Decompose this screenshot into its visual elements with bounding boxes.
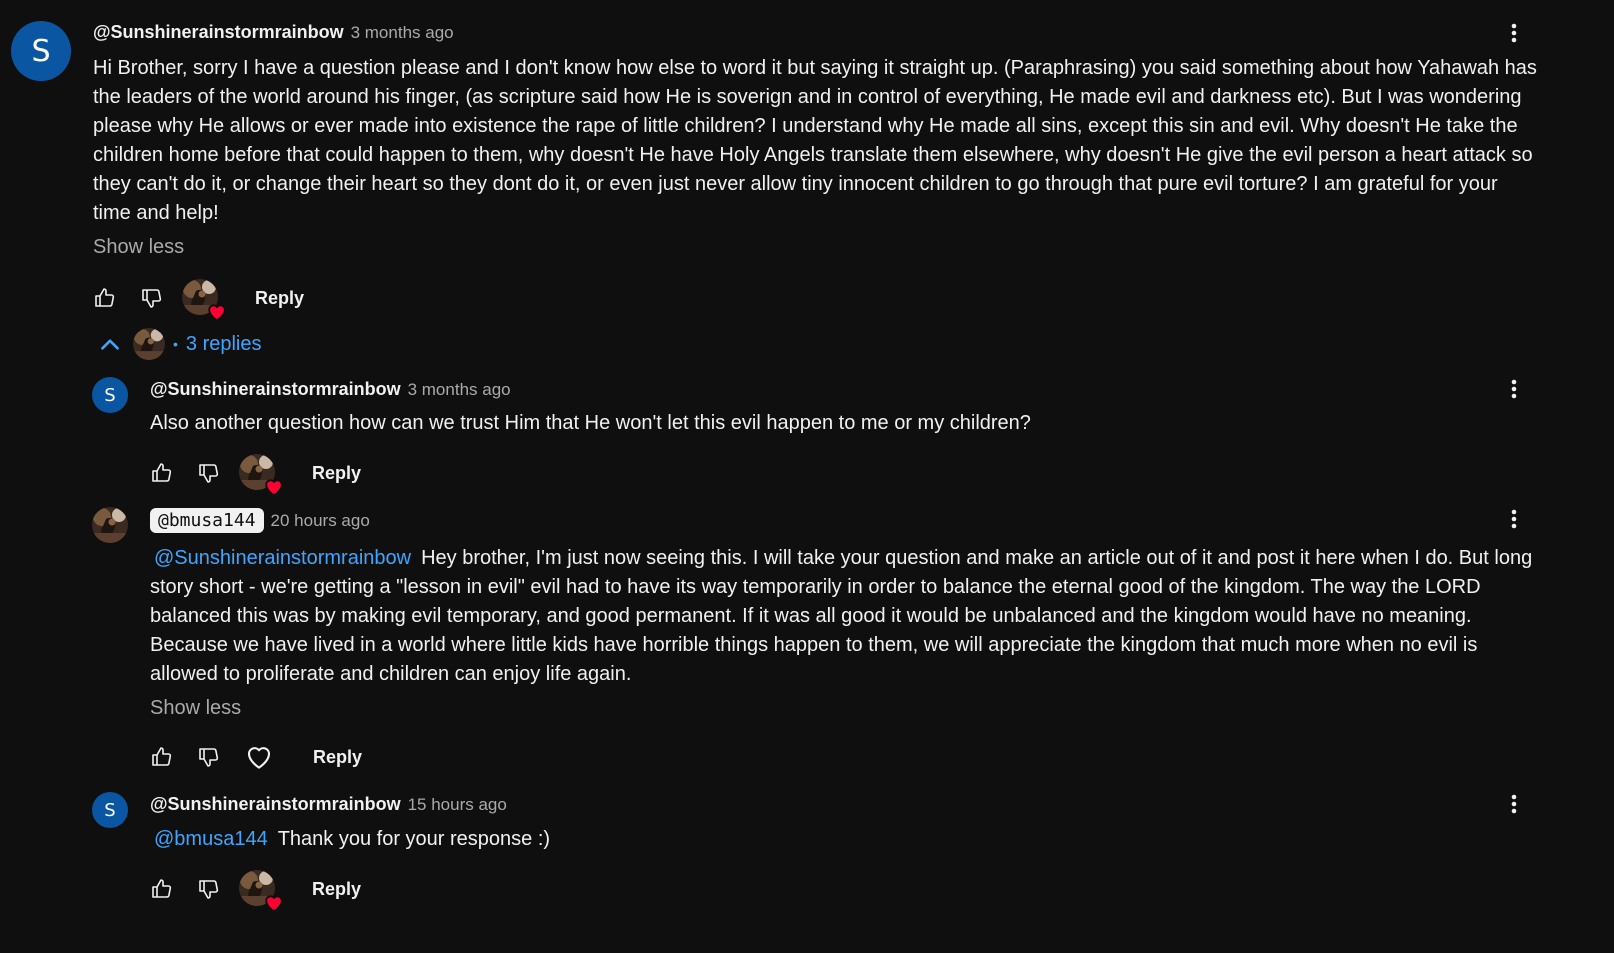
reply-button[interactable]: Reply <box>313 747 362 768</box>
comment-header: @Sunshinerainstormrainbow 3 months ago <box>150 379 511 400</box>
reply-comment: S @Sunshinerainstormrainbow 3 months ago… <box>0 370 1614 500</box>
creator-heart[interactable] <box>182 279 220 317</box>
comment-text: @bmusa144 Thank you for your response :) <box>154 828 551 850</box>
heart-icon <box>244 742 274 772</box>
replies-toggle-button[interactable]: • 3 replies <box>97 328 262 360</box>
reply-button[interactable]: Reply <box>312 879 361 900</box>
comment-header: @Sunshinerainstormrainbow 15 hours ago <box>150 794 507 815</box>
creator-heart[interactable] <box>239 454 277 492</box>
more-actions-button[interactable] <box>1502 505 1526 533</box>
show-less-button[interactable]: Show less <box>150 697 241 720</box>
like-button[interactable] <box>149 460 175 486</box>
comment-line: time and help! <box>93 202 219 224</box>
author-name[interactable]: @Sunshinerainstormrainbow <box>150 794 401 815</box>
author-name[interactable]: @bmusa144 <box>150 508 264 533</box>
replies-count: 3 replies <box>185 332 262 355</box>
comment-line: story short - we're getting a "lesson in… <box>150 576 1481 598</box>
like-button[interactable] <box>149 876 175 902</box>
thumbs-up-icon <box>150 745 174 769</box>
mention-link[interactable]: @Sunshinerainstormrainbow <box>154 547 411 569</box>
more-actions-button[interactable] <box>1502 790 1526 818</box>
heart-button[interactable] <box>244 742 274 772</box>
comment-timestamp[interactable]: 20 hours ago <box>271 511 370 531</box>
creator-heart[interactable] <box>239 870 277 908</box>
more-vert-icon <box>1502 375 1526 403</box>
comment-line: @Sunshinerainstormrainbow Hey brother, I'… <box>154 547 1533 569</box>
comment-line: Hi Brother, sorry I have a question plea… <box>93 57 1537 79</box>
comment-text: Also another question how can we trust H… <box>150 412 1031 434</box>
author-name[interactable]: @Sunshinerainstormrainbow <box>93 22 344 43</box>
show-less-button[interactable]: Show less <box>93 236 184 259</box>
author-name[interactable]: @Sunshinerainstormrainbow <box>150 379 401 400</box>
thumbs-up-icon <box>93 286 117 310</box>
comment-line: they can't do it, or change their heart … <box>93 173 1498 195</box>
mention-link[interactable]: @bmusa144 <box>154 828 268 850</box>
comment-timestamp[interactable]: 3 months ago <box>351 23 454 43</box>
more-vert-icon <box>1502 790 1526 818</box>
dislike-button[interactable] <box>196 460 222 486</box>
comment-line: balanced this was by making evil tempora… <box>150 605 1472 627</box>
dislike-button[interactable] <box>139 285 165 311</box>
thumbs-down-icon <box>197 745 221 769</box>
comment-header: @bmusa144 20 hours ago <box>150 508 370 533</box>
comment-timestamp[interactable]: 3 months ago <box>408 380 511 400</box>
dislike-button[interactable] <box>196 744 222 770</box>
thumbs-up-icon <box>150 877 174 901</box>
heart-icon <box>263 892 285 914</box>
comment-timestamp[interactable]: 15 hours ago <box>408 795 507 815</box>
thumbs-down-icon <box>140 286 164 310</box>
thumbs-down-icon <box>197 461 221 485</box>
reply-button[interactable]: Reply <box>312 463 361 484</box>
separator-dot: • <box>173 336 178 352</box>
heart-icon <box>206 301 228 323</box>
comment-actions: Reply <box>92 279 304 317</box>
comment-actions: Reply <box>149 742 362 772</box>
dislike-button[interactable] <box>196 876 222 902</box>
comment-line: the leaders of the world around his fing… <box>93 86 1522 108</box>
top-comment: S @Sunshinerainstormrainbow 3 months ago… <box>0 0 1614 330</box>
more-actions-button[interactable] <box>1502 19 1526 47</box>
like-button[interactable] <box>149 744 175 770</box>
comment-actions: Reply <box>149 454 361 492</box>
comment-line: please why He allows or ever made into e… <box>93 115 1518 137</box>
comment-text: Hi Brother, sorry I have a question plea… <box>93 54 1563 228</box>
thumbs-up-icon <box>150 461 174 485</box>
creator-avatar <box>133 328 165 360</box>
author-avatar[interactable] <box>92 507 128 543</box>
comment-line: allowed to proliferate and children can … <box>150 663 632 685</box>
comment-text: @Sunshinerainstormrainbow Hey brother, I'… <box>150 544 1570 689</box>
reply-button[interactable]: Reply <box>255 288 304 309</box>
comment-header: @Sunshinerainstormrainbow 3 months ago <box>93 22 454 43</box>
chevron-up-icon <box>97 331 123 357</box>
heart-icon <box>263 476 285 498</box>
more-vert-icon <box>1502 19 1526 47</box>
comment-line: children home before that could happen t… <box>93 144 1533 166</box>
like-button[interactable] <box>92 285 118 311</box>
author-avatar[interactable]: S <box>92 377 128 413</box>
more-actions-button[interactable] <box>1502 375 1526 403</box>
comment-actions: Reply <box>149 870 361 908</box>
comment-line: Because we have lived in a world where l… <box>150 634 1478 656</box>
reply-comment: S @Sunshinerainstormrainbow 15 hours ago… <box>0 786 1614 926</box>
more-vert-icon <box>1502 505 1526 533</box>
reply-comment: @bmusa144 20 hours ago @Sunshinerainstor… <box>0 500 1614 790</box>
author-avatar[interactable]: S <box>92 792 128 828</box>
thumbs-down-icon <box>197 877 221 901</box>
author-avatar[interactable]: S <box>11 21 71 81</box>
